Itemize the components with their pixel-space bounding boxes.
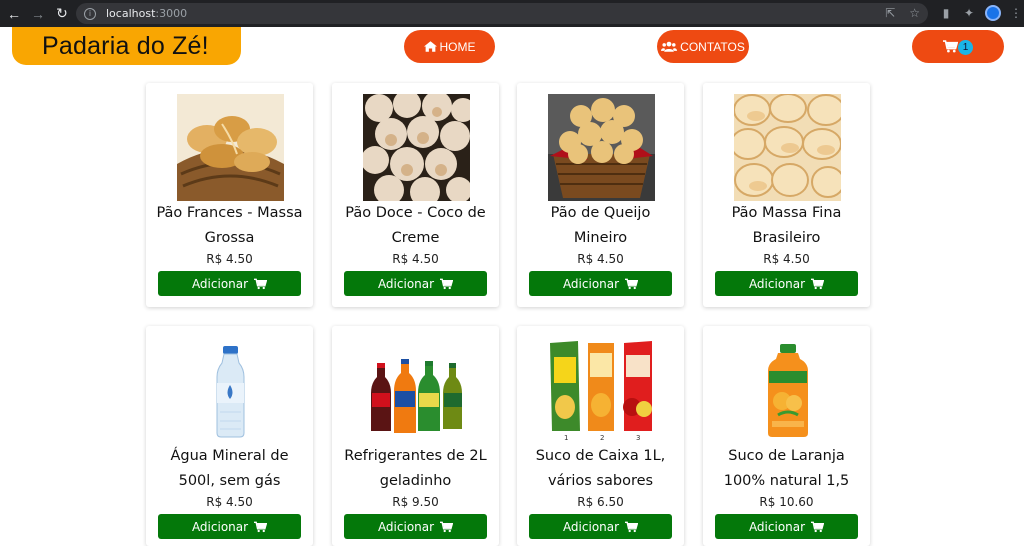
brand-logo[interactable]: Padaria do Zé! <box>12 27 241 65</box>
menu-more-icon[interactable]: ⋮ <box>1008 5 1024 21</box>
product-price: R$ 10.60 <box>759 495 814 509</box>
site-header: Padaria do Zé! HOME CONTATOS 1 <box>0 27 1024 67</box>
product-card: Suco de Laranja 100% natural 1,5 R$ 10.6… <box>703 326 870 546</box>
cart-icon <box>943 40 958 53</box>
add-to-cart-button[interactable]: Adicionar <box>715 271 858 296</box>
juice-number-3: 3 <box>636 434 640 442</box>
bookmark-star-icon[interactable]: ☆ <box>909 6 920 20</box>
nav-home-button[interactable]: HOME <box>404 30 495 63</box>
french-bread-basket-image <box>177 94 284 201</box>
water-bottle-image <box>177 337 284 444</box>
cart-icon <box>811 278 825 289</box>
juice-boxes-image: 1 2 3 <box>548 337 655 444</box>
nav-home-label: HOME <box>439 39 476 54</box>
cart-button[interactable]: 1 <box>912 30 1004 63</box>
nav-contatos-button[interactable]: CONTATOS <box>657 30 749 63</box>
product-card: Pão Frances - Massa Grossa R$ 4.50 Adici… <box>146 83 313 307</box>
product-card: Pão de Queijo Mineiro R$ 4.50 Adicionar <box>517 83 684 307</box>
profile-avatar-icon[interactable] <box>985 5 1001 21</box>
home-icon <box>423 41 437 52</box>
url-text[interactable]: localhost:3000 <box>106 7 187 20</box>
product-name: Refrigerantes de 2L geladinho <box>344 448 487 489</box>
product-name: Pão de Queijo Mineiro <box>550 205 651 246</box>
product-price: R$ 4.50 <box>763 252 810 266</box>
add-to-cart-button[interactable]: Adicionar <box>344 271 487 296</box>
product-card: 1 2 3 Suco de Caixa 1L, vários sabores R… <box>517 326 684 546</box>
add-to-cart-button[interactable]: Adicionar <box>158 271 301 296</box>
cart-count-badge: 1 <box>958 39 973 55</box>
share-icon[interactable]: ⇱ <box>885 6 895 20</box>
product-price: R$ 4.50 <box>392 252 439 266</box>
product-name: Água Mineral de 500l, sem gás <box>170 448 289 489</box>
orange-juice-bottle-image <box>734 337 841 444</box>
back-icon[interactable]: ← <box>2 2 26 26</box>
juice-number-1: 1 <box>564 434 568 442</box>
product-name: Pão Frances - Massa Grossa <box>156 205 303 246</box>
cart-icon <box>440 278 454 289</box>
browser-toolbar: ← → ↻ i localhost:3000 ⇱ ☆ ▮ ✦ ⋮ <box>0 0 1024 27</box>
cart-icon <box>625 278 639 289</box>
product-price: R$ 4.50 <box>577 252 624 266</box>
reload-icon[interactable]: ↻ <box>50 2 74 26</box>
product-price: R$ 9.50 <box>392 495 439 509</box>
nav-contatos-label: CONTATOS <box>680 39 745 54</box>
brand-name: Padaria do Zé! <box>42 31 209 60</box>
product-price: R$ 4.50 <box>206 252 253 266</box>
soft-rolls-image <box>734 94 841 201</box>
juice-number-2: 2 <box>600 434 604 442</box>
product-card: Água Mineral de 500l, sem gás R$ 4.50 Ad… <box>146 326 313 546</box>
product-card: Pão Doce - Coco de Creme R$ 4.50 Adicion… <box>332 83 499 307</box>
address-bar[interactable]: i localhost:3000 ⇱ ☆ <box>76 3 928 24</box>
product-name: Suco de Laranja 100% natural 1,5 <box>723 448 850 489</box>
product-card: Pão Massa Fina Brasileiro R$ 4.50 Adicio… <box>703 83 870 307</box>
soda-bottles-image <box>363 337 470 444</box>
add-to-cart-button[interactable]: Adicionar <box>529 271 672 296</box>
coconut-sweet-bread-image <box>363 94 470 201</box>
product-price: R$ 6.50 <box>577 495 624 509</box>
forward-icon[interactable]: → <box>26 2 50 26</box>
product-name: Suco de Caixa 1L, vários sabores <box>535 448 666 489</box>
product-price: R$ 4.50 <box>206 495 253 509</box>
product-card: Refrigerantes de 2L geladinho R$ 9.50 Ad… <box>332 326 499 546</box>
product-name: Pão Massa Fina Brasileiro <box>731 205 842 246</box>
users-icon <box>661 41 678 52</box>
cart-icon <box>254 278 268 289</box>
extensions-puzzle-icon[interactable]: ✦ <box>961 5 977 21</box>
cheese-bread-basket-image <box>548 94 655 201</box>
product-name: Pão Doce - Coco de Creme <box>345 205 486 246</box>
document-extension-icon[interactable]: ▮ <box>938 5 954 21</box>
site-info-icon[interactable]: i <box>84 7 96 20</box>
